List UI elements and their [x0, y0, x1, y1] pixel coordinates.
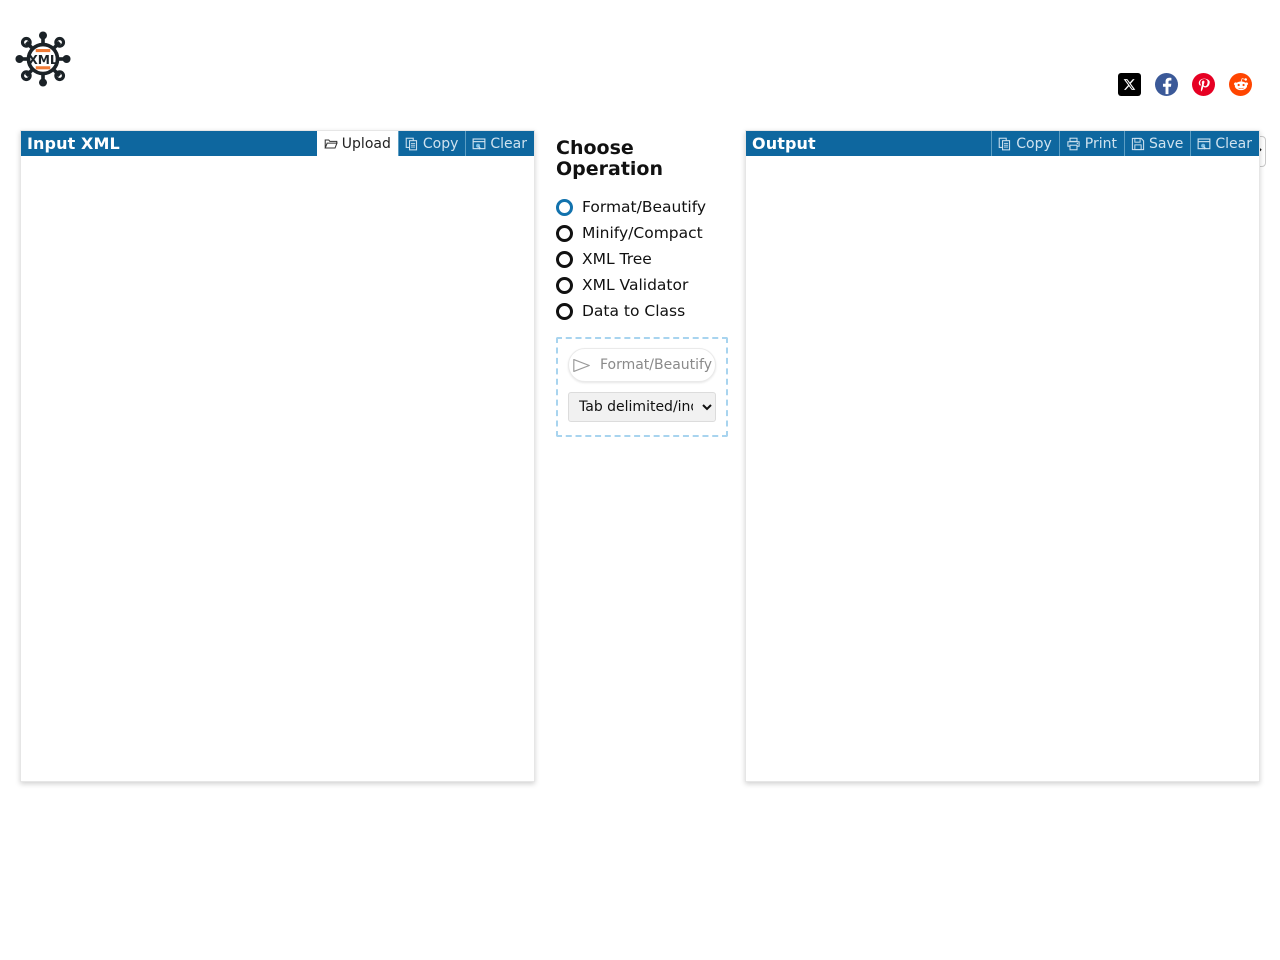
operation-label: XML Tree — [582, 250, 652, 268]
output-copy-button[interactable]: Copy — [991, 131, 1059, 156]
input-xml-textarea[interactable] — [21, 156, 534, 781]
operation-action-box: Format/Beautify Tab delimited/indent — [556, 337, 728, 437]
facebook-icon[interactable] — [1155, 73, 1178, 96]
floppy-save-icon — [1131, 137, 1145, 150]
operation-label: Data to Class — [582, 302, 686, 320]
input-copy-button[interactable]: Copy — [397, 131, 466, 156]
main-area: Input XML Upload Copy Clear Choose Opera… — [0, 130, 1280, 790]
pinterest-glyph — [1198, 78, 1210, 91]
output-clear-button[interactable]: Clear — [1190, 131, 1259, 156]
operation-option-minify-compact[interactable]: Minify/Compact — [556, 224, 736, 242]
indent-format-select[interactable]: Tab delimited/indent — [568, 392, 716, 422]
copy-icon — [405, 137, 417, 150]
copy-icon — [998, 137, 1011, 150]
clear-window-icon — [1197, 137, 1211, 150]
operations-heading: Choose Operation — [556, 137, 664, 180]
output-clear-label: Clear — [1215, 135, 1252, 152]
social-links — [1118, 73, 1252, 96]
xml-gear-logo-icon: XML — [15, 31, 71, 87]
output-textarea[interactable] — [746, 156, 1259, 781]
operation-option-data-to-class[interactable]: Data to Class — [556, 302, 736, 320]
output-panel-header: Output Copy Print Save Clear — [746, 131, 1259, 156]
input-clear-label: Clear — [490, 135, 527, 152]
send-arrow-icon — [573, 358, 590, 372]
input-panel-header: Input XML Upload Copy Clear — [21, 131, 534, 156]
output-print-label: Print — [1084, 135, 1117, 152]
operations-column: Choose Operation Format/Beautify Minify/… — [556, 138, 736, 437]
radio-xml-validator[interactable] — [556, 276, 573, 294]
x-glyph — [1123, 79, 1136, 90]
pinterest-icon[interactable] — [1192, 73, 1215, 96]
x-icon[interactable] — [1118, 73, 1141, 96]
output-copy-label: Copy — [1016, 135, 1052, 152]
output-panel: Output Copy Print Save Clear — [745, 130, 1260, 782]
operation-option-format-beautify[interactable]: Format/Beautify — [556, 198, 736, 216]
reddit-glyph — [1234, 78, 1249, 91]
output-save-label: Save — [1149, 135, 1184, 152]
upload-button[interactable]: Upload — [316, 131, 398, 156]
radio-minify-compact[interactable] — [556, 224, 573, 242]
svg-text:XML: XML — [28, 53, 58, 67]
radio-data-to-class[interactable] — [556, 302, 573, 320]
run-operation-button[interactable]: Format/Beautify — [568, 348, 716, 382]
top-bar: XML English — [0, 0, 1280, 167]
site-logo[interactable]: XML — [14, 28, 72, 90]
input-panel: Input XML Upload Copy Clear — [20, 130, 535, 782]
input-panel-title: Input XML — [27, 134, 120, 153]
input-copy-label: Copy — [422, 135, 459, 152]
radio-format-beautify[interactable] — [556, 198, 573, 216]
facebook-glyph — [1162, 77, 1171, 94]
printer-icon — [1067, 137, 1080, 150]
operation-label: XML Validator — [582, 276, 689, 294]
operation-option-xml-tree[interactable]: XML Tree — [556, 250, 736, 268]
output-save-button[interactable]: Save — [1124, 131, 1190, 156]
reddit-icon[interactable] — [1229, 73, 1252, 96]
run-operation-label: Format/Beautify — [599, 357, 713, 373]
output-panel-title: Output — [752, 134, 816, 153]
operation-label: Format/Beautify — [582, 198, 707, 216]
folder-open-icon — [324, 138, 338, 149]
upload-button-label: Upload — [341, 135, 391, 152]
input-clear-button[interactable]: Clear — [465, 131, 534, 156]
clear-window-icon — [472, 137, 486, 150]
output-print-button[interactable]: Print — [1058, 131, 1124, 156]
operation-option-xml-validator[interactable]: XML Validator — [556, 276, 736, 294]
operation-label: Minify/Compact — [582, 224, 703, 242]
radio-xml-tree[interactable] — [556, 250, 573, 268]
